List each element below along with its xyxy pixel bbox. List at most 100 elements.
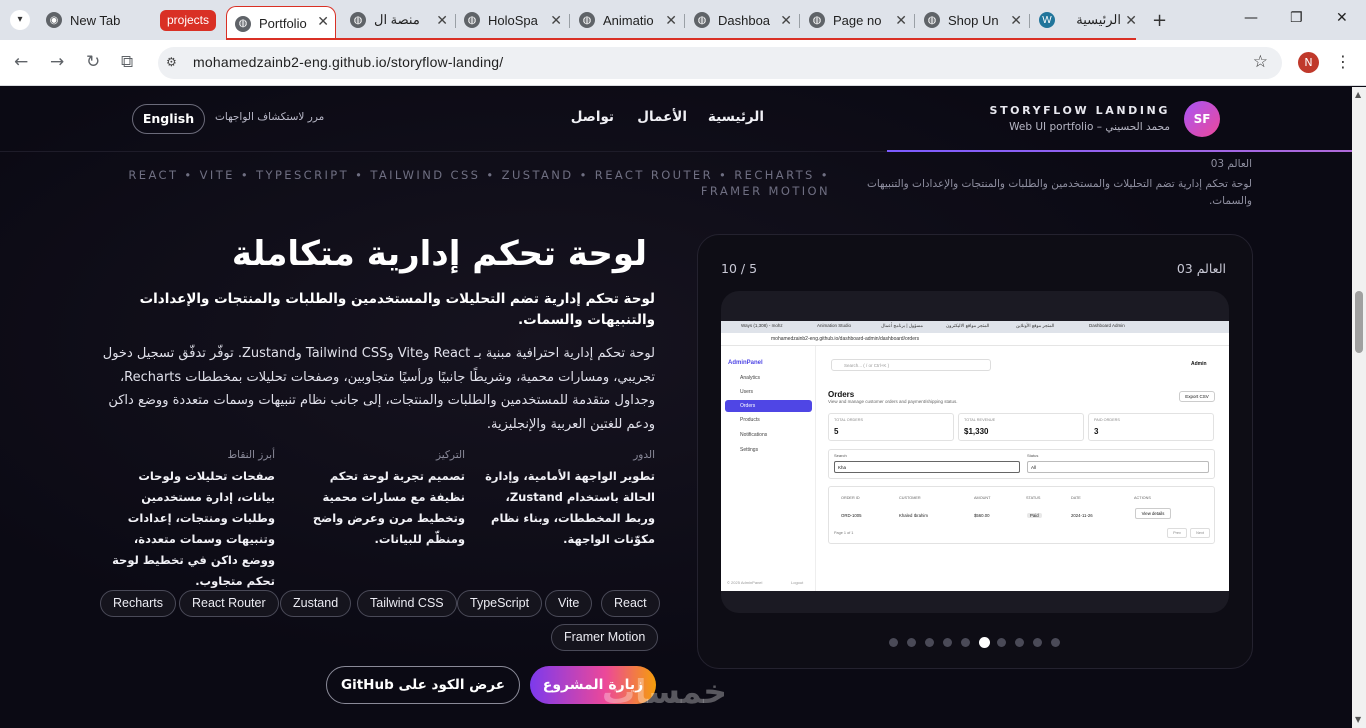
- tab-holospace[interactable]: ◍ HoloSpa ✕: [464, 6, 566, 34]
- globe-icon: ◍: [350, 12, 366, 28]
- close-tab-icon[interactable]: ✕: [550, 12, 562, 29]
- screenshot-menu-settings: Settings: [740, 447, 759, 453]
- screenshot-tab: المتجر مواقع الاليكترون: [946, 323, 990, 328]
- close-window-icon[interactable]: ✕: [1336, 10, 1348, 26]
- screenshot-tab: Dashboard Admin: [1089, 323, 1125, 328]
- tab-group-label[interactable]: projects: [160, 10, 217, 31]
- reading-mode-icon[interactable]: ⧉: [121, 52, 133, 72]
- project-description: لوحة تحكم إدارية احترافية مبنية بـ React…: [102, 346, 655, 432]
- scroll-up-icon[interactable]: ▲: [1355, 90, 1361, 99]
- project-carousel-card: 10 / 5 العالم 03 Ways (1,308) - mohz Ani…: [697, 234, 1253, 669]
- site-info-icon[interactable]: ⚙: [166, 55, 177, 69]
- nav-link-contact[interactable]: تواصل: [571, 109, 614, 125]
- back-icon[interactable]: ←: [14, 52, 28, 72]
- role-column: الدور تطوير الواجهة الأمامية، وإدارة الح…: [483, 449, 655, 550]
- url-text[interactable]: mohamedzainb2-eng.github.io/storyflow-la…: [193, 54, 503, 70]
- brand-title: STORYFLOW LANDING: [989, 104, 1170, 117]
- screenshot-logout: Logout: [791, 580, 804, 585]
- carousel-dot[interactable]: [1015, 638, 1024, 647]
- nav-link-home[interactable]: الرئيسية: [708, 109, 764, 125]
- restore-icon[interactable]: ❐: [1290, 10, 1303, 26]
- screenshot-address-bar: mohamedzainb2-eng.github.io/dashboard-ad…: [721, 333, 1229, 346]
- tab-separator: [455, 14, 456, 28]
- carousel-dot[interactable]: [889, 638, 898, 647]
- table-view-details-button: View details: [1135, 508, 1171, 519]
- tech-chip: Tailwind CSS: [357, 590, 457, 617]
- page-scrollbar[interactable]: ▲ ▼: [1352, 87, 1366, 728]
- tab-separator: [569, 14, 570, 28]
- new-tab-icon[interactable]: +: [1152, 10, 1167, 31]
- tab-search-icon[interactable]: ▾: [10, 10, 30, 30]
- brand-logo[interactable]: SF: [1184, 101, 1220, 137]
- screenshot-frame[interactable]: Ways (1,308) - mohz Animation Studio مسؤ…: [721, 291, 1229, 613]
- minimize-icon[interactable]: —: [1244, 10, 1258, 26]
- tab-shop[interactable]: ◍ Shop Un ✕: [924, 6, 1026, 34]
- tab-platform[interactable]: ◍ منصة ال ✕: [350, 6, 452, 34]
- browser-tab-strip: ▾ ◉ New Tab projects ◍ Portfolio ✕ ◍ منص…: [0, 0, 1366, 40]
- table-next-button: Next: [1190, 528, 1210, 538]
- browser-menu-icon[interactable]: ⋮: [1335, 52, 1351, 71]
- nav-link-works[interactable]: الأعمال: [637, 109, 687, 125]
- close-tab-icon[interactable]: ✕: [895, 12, 907, 29]
- screenshot-filter-panel: Search Kha Status All: [828, 449, 1215, 479]
- focus-column: التركيز تصميم تجربة لوحة تحكم نظيفة مع م…: [310, 449, 465, 550]
- screenshot-menu-orders: Orders: [725, 400, 812, 412]
- screenshot-stat-card: PAID ORDERS 3: [1088, 413, 1214, 441]
- table-cell: 2024-11-26: [1071, 513, 1093, 518]
- tab-wordpress-home[interactable]: W الرئيسية ✕: [1039, 6, 1141, 34]
- slide-counter: 10 / 5: [721, 261, 758, 276]
- carousel-dot[interactable]: [961, 638, 970, 647]
- screenshot-orders-table: ORDER ID CUSTOMER AMOUNT STATUS DATE ACT…: [828, 486, 1215, 544]
- tab-separator: [1029, 14, 1030, 28]
- view-github-button[interactable]: عرض الكود على GitHub: [326, 666, 520, 704]
- screenshot-tab: المتجر موقع الأونلاين: [1016, 323, 1055, 328]
- tab-dashboard[interactable]: ◍ Dashboa ✕: [694, 6, 796, 34]
- filter-search-input: Kha: [834, 461, 1020, 473]
- close-tab-icon[interactable]: ✕: [317, 13, 329, 30]
- carousel-dot[interactable]: [925, 638, 934, 647]
- tab-animation[interactable]: ◍ Animatio ✕: [579, 6, 681, 34]
- carousel-dot[interactable]: [943, 638, 952, 647]
- close-tab-icon[interactable]: ✕: [1125, 12, 1137, 29]
- scrollbar-thumb[interactable]: [1355, 291, 1363, 353]
- close-tab-icon[interactable]: ✕: [1010, 12, 1022, 29]
- screenshot-tab: مسؤول | برنامج أعمال: [881, 323, 923, 328]
- forward-icon[interactable]: →: [50, 52, 64, 72]
- table-pagination: Page 1 of 1: [834, 531, 854, 535]
- bookmark-star-icon[interactable]: ☆: [1253, 52, 1268, 72]
- carousel-dot[interactable]: [907, 638, 916, 647]
- highlights-label: أبرز النقاط: [227, 449, 275, 461]
- close-tab-icon[interactable]: ✕: [665, 12, 677, 29]
- tech-chip: Recharts: [100, 590, 177, 617]
- close-tab-icon[interactable]: ✕: [780, 12, 792, 29]
- brand-subtitle: محمد الحسيني – Web UI portfolio: [1009, 121, 1170, 133]
- carousel-dot[interactable]: [979, 637, 990, 648]
- screenshot-title: Orders: [828, 390, 855, 399]
- screenshot-menu-notifications: Notifications: [740, 432, 768, 438]
- highlights-column: أبرز النقاط صفحات تحليلات ولوحات بيانات،…: [99, 449, 275, 592]
- profile-avatar[interactable]: N: [1298, 52, 1319, 73]
- scroll-down-icon[interactable]: ▼: [1355, 715, 1361, 724]
- reload-icon[interactable]: ↻: [86, 52, 100, 72]
- stat-label: TOTAL ORDERS: [834, 418, 864, 422]
- carousel-dot[interactable]: [1033, 638, 1042, 647]
- carousel-dot[interactable]: [1051, 638, 1060, 647]
- language-toggle-button[interactable]: English: [132, 104, 205, 134]
- tab-page-not-found[interactable]: ◍ Page no ✕: [809, 6, 911, 34]
- watermark-logo: خمسات: [602, 672, 728, 711]
- close-tab-icon[interactable]: ✕: [436, 12, 448, 29]
- screenshot-export-button: Export CSV: [1179, 391, 1215, 402]
- globe-icon: ◍: [579, 12, 595, 28]
- globe-icon: ◍: [924, 12, 940, 28]
- tab-portfolio[interactable]: ◍ Portfolio ✕: [226, 6, 336, 40]
- header-accent-line: [887, 150, 1352, 152]
- table-header: ACTIONS: [1134, 496, 1151, 500]
- carousel-dot[interactable]: [997, 638, 1006, 647]
- globe-icon: ◍: [694, 12, 710, 28]
- screenshot-menu-products: Products: [740, 417, 760, 423]
- table-header: DATE: [1071, 496, 1081, 500]
- address-bar[interactable]: ⚙ mohamedzainb2-eng.github.io/storyflow-…: [158, 47, 1282, 79]
- table-status-badge: Paid: [1027, 513, 1042, 518]
- tab-new-tab[interactable]: ◉ New Tab: [46, 6, 150, 34]
- page-viewport: SF STORYFLOW LANDING محمد الحسيني – Web …: [0, 87, 1352, 728]
